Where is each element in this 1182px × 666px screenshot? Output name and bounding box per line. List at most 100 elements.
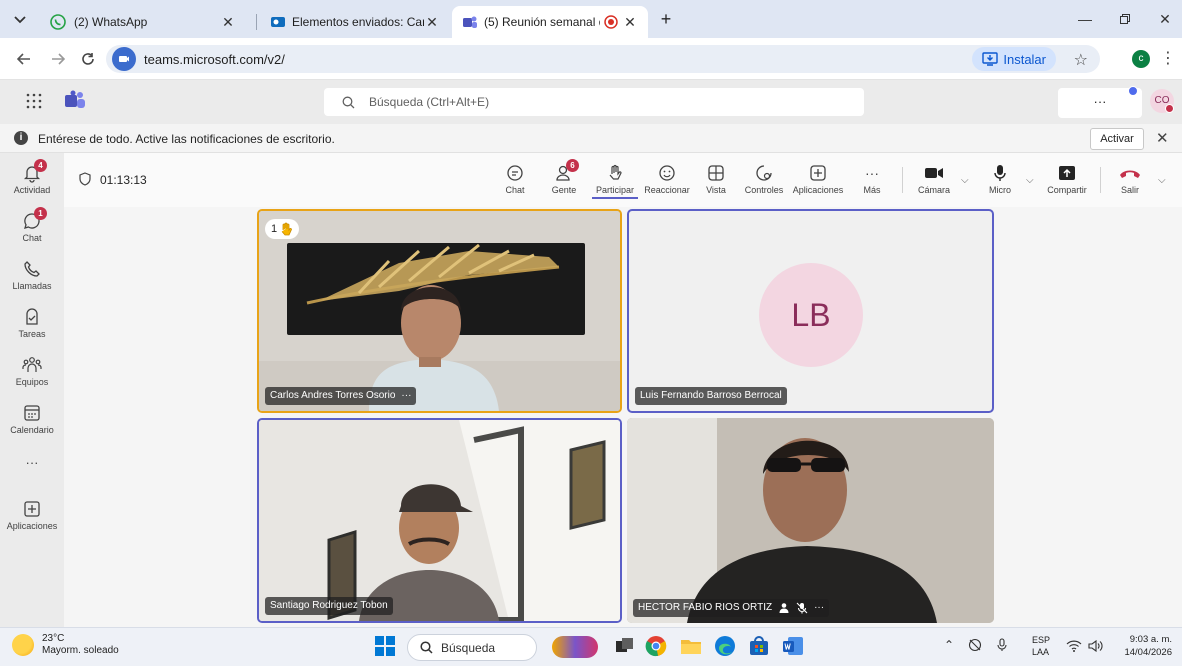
chrome-icon[interactable] (645, 635, 669, 659)
browser-tab-strip: (2) WhatsApp ✕ Elementos enviados: Carlo… (0, 0, 1182, 38)
volume-icon (1088, 640, 1103, 652)
task-view-icon[interactable] (613, 635, 637, 659)
new-tab-button[interactable]: + (656, 10, 676, 30)
restore-button[interactable] (1112, 9, 1138, 29)
participant-name: Carlos Andres Torres Osorio (270, 390, 396, 401)
language-indicator[interactable]: ESP LAA (1032, 634, 1050, 658)
search-placeholder: Búsqueda (Ctrl+Alt+E) (369, 95, 490, 109)
phone-icon (24, 261, 40, 277)
rail-label: Calendario (10, 425, 54, 435)
smile-icon (659, 165, 675, 181)
tab-search-button[interactable] (8, 10, 32, 30)
microphone-icon[interactable] (996, 638, 1008, 652)
rail-label: Llamadas (12, 281, 52, 291)
chevron-down-icon (14, 16, 26, 24)
close-window-button[interactable]: ✕ (1152, 9, 1178, 29)
controls-label: Controles (744, 185, 784, 195)
install-label: Instalar (1003, 51, 1046, 67)
close-icon[interactable]: ✕ (622, 14, 638, 31)
store-icon[interactable] (748, 635, 772, 659)
close-icon[interactable]: ✕ (220, 14, 236, 31)
react-button[interactable]: Reaccionar (642, 161, 692, 195)
mic-options-chevron-icon[interactable]: ⌵ (1026, 175, 1034, 186)
back-button[interactable] (14, 49, 34, 69)
bookmark-star-icon[interactable]: ☆ (1074, 50, 1088, 70)
meeting-timer: 01:13:13 (100, 173, 147, 187)
camera-icon (925, 168, 943, 178)
rail-more-icon[interactable]: ··· (0, 455, 64, 470)
participant-name-label: Santiago Rodriguez Tobon (265, 597, 393, 615)
participant-tile-santiago[interactable]: Santiago Rodriguez Tobon (257, 418, 622, 623)
tab-outlook[interactable]: Elementos enviados: Carlos And ✕ (260, 6, 450, 38)
rail-item-tareas[interactable]: Tareas (0, 305, 64, 339)
rail-label: Tareas (18, 329, 46, 339)
install-app-button[interactable]: Instalar (972, 47, 1056, 71)
calendar-icon (24, 405, 40, 421)
search-input[interactable]: Búsqueda (Ctrl+Alt+E) (324, 88, 864, 116)
raise-hand-button[interactable]: Participar (592, 161, 638, 199)
rail-item-chat[interactable]: 1 Chat (0, 207, 64, 243)
controls-button[interactable]: Controles (740, 161, 788, 195)
participant-video (259, 211, 620, 411)
reload-button[interactable] (78, 49, 98, 69)
more-options-icon[interactable]: ··· (401, 387, 411, 405)
more-options-icon[interactable]: ··· (814, 599, 824, 617)
close-icon[interactable]: ✕ (424, 14, 440, 31)
word-icon[interactable] (782, 635, 806, 659)
people-button[interactable]: 6 Gente (548, 159, 580, 195)
profile-avatar[interactable]: c (1132, 50, 1150, 68)
leave-button[interactable]: Salir (1116, 161, 1144, 195)
leave-options-chevron-icon[interactable]: ⌵ (1158, 175, 1166, 186)
rail-item-equipos[interactable]: Equipos (0, 353, 64, 387)
recording-icon (604, 15, 618, 29)
participant-name: HECTOR FABIO RIOS ORTIZ (638, 602, 773, 613)
tab-teams-meeting[interactable]: (5) Reunión semanal de gru ✕ (452, 6, 648, 38)
view-button[interactable]: Vista (702, 161, 730, 195)
file-explorer-icon[interactable] (680, 635, 704, 659)
whatsapp-icon (50, 14, 66, 30)
rail-item-calendario[interactable]: Calendario (0, 401, 64, 435)
browser-menu-icon[interactable]: ⋮ (1160, 48, 1176, 68)
camera-button[interactable]: Cámara (916, 161, 952, 195)
share-button[interactable]: Compartir (1044, 161, 1090, 195)
chat-button[interactable]: Chat (500, 161, 530, 195)
location-off-icon[interactable] (968, 638, 982, 652)
participant-tile-hector[interactable]: HECTOR FABIO RIOS ORTIZ ··· (627, 418, 994, 623)
network-volume-group[interactable] (1066, 640, 1104, 652)
install-icon (982, 52, 999, 66)
rail-item-aplicaciones[interactable]: Aplicaciones (0, 497, 64, 531)
edge-icon[interactable] (714, 635, 738, 659)
minimize-button[interactable]: — (1072, 9, 1098, 29)
notification-banner: i Entérese de todo. Active las notificac… (0, 124, 1182, 153)
system-tray: ⌃ (944, 638, 1008, 652)
shield-shape (79, 172, 91, 186)
address-bar[interactable]: teams.microsoft.com/v2/ Instalar ☆ (106, 45, 1100, 73)
mic-button[interactable]: Micro (986, 161, 1014, 195)
folder-shape (681, 640, 701, 654)
close-icon[interactable]: ✕ (1156, 129, 1169, 147)
search-icon (420, 641, 433, 654)
meeting-stage (64, 153, 1182, 627)
tab-whatsapp[interactable]: (2) WhatsApp ✕ (40, 6, 246, 38)
participant-tile-luis[interactable]: LB Luis Fernando Barroso Berrocal (627, 209, 994, 413)
taskbar-search[interactable]: Búsqueda (407, 634, 537, 661)
app-launcher-icon[interactable] (26, 93, 42, 109)
site-info-icon[interactable] (112, 47, 136, 71)
rail-item-llamadas[interactable]: Llamadas (0, 257, 64, 291)
camera-options-chevron-icon[interactable]: ⌵ (961, 175, 969, 186)
chevron-up-icon[interactable]: ⌃ (944, 638, 954, 652)
weather-widget[interactable]: 23°C Mayorm. soleado (12, 633, 119, 657)
system-clock[interactable]: 9:03 a. m. 14/04/2026 (1114, 633, 1172, 659)
more-button[interactable]: ··· Más (860, 161, 884, 195)
apps-button[interactable]: Aplicaciones (790, 161, 846, 195)
rail-item-actividad[interactable]: 4 Actividad (0, 159, 64, 195)
activate-notifications-button[interactable]: Activar (1090, 128, 1144, 150)
participant-name-label: Luis Fernando Barroso Berrocal (635, 387, 787, 405)
participant-tile-carlos[interactable]: 1 Carlos Andres Torres Osorio ··· (257, 209, 622, 413)
windows-start-icon[interactable] (374, 635, 398, 659)
tab-label: (5) Reunión semanal de gru (484, 15, 600, 29)
rail-label: Equipos (15, 377, 49, 387)
teams-icon (463, 16, 477, 28)
widgets-icon[interactable] (552, 636, 598, 658)
forward-button[interactable] (48, 49, 68, 69)
